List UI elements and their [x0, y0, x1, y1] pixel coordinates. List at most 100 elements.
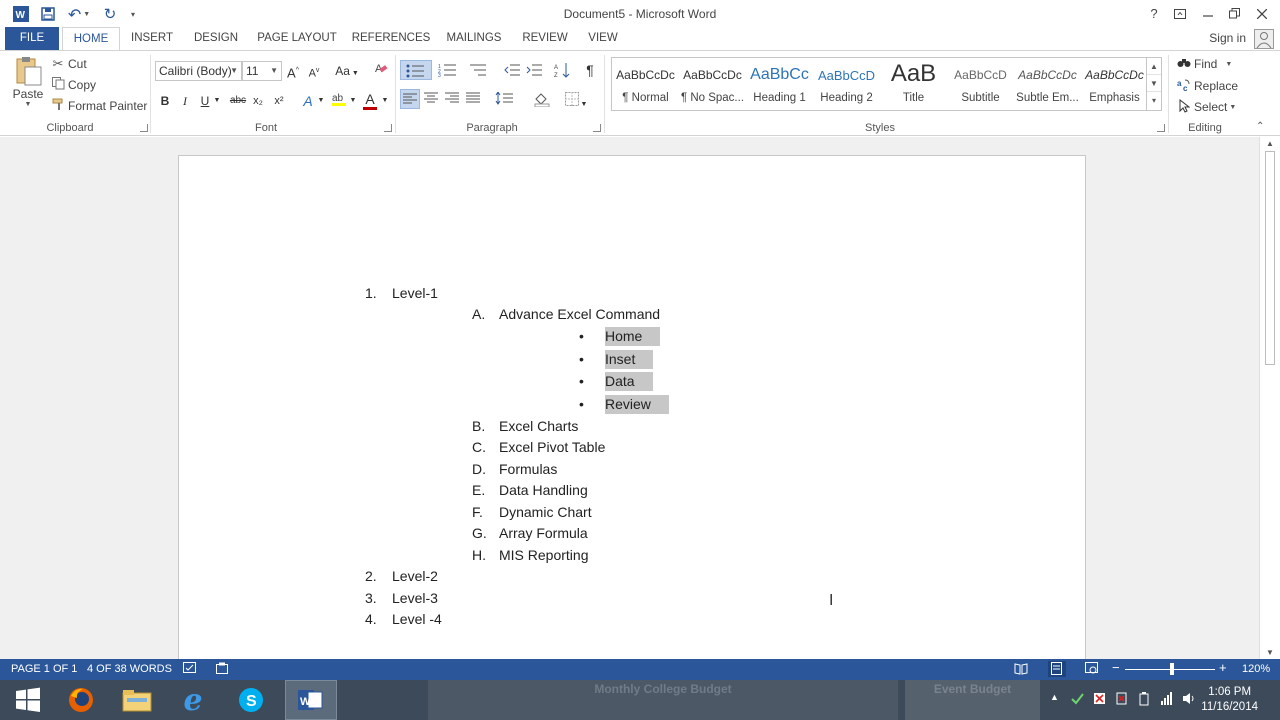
style-title[interactable]: AaB Title: [880, 58, 947, 110]
select-button[interactable]: Select ▼: [1176, 98, 1236, 116]
styles-launcher-icon[interactable]: [1157, 124, 1165, 132]
word-count[interactable]: 4 OF 38 WORDS: [87, 663, 172, 675]
vertical-scrollbar[interactable]: ▲ ▼: [1259, 137, 1280, 659]
gallery-down-icon[interactable]: ▼: [1147, 75, 1161, 92]
borders-icon[interactable]: ▼: [562, 89, 590, 109]
scroll-up-icon[interactable]: ▲: [1260, 139, 1280, 148]
restore-icon[interactable]: [1222, 4, 1246, 24]
style-subtle-emphasis[interactable]: AaBbCcDc Subtle Em...: [1014, 58, 1081, 110]
font-launcher-icon[interactable]: [384, 124, 392, 132]
paragraph-launcher-icon[interactable]: [593, 124, 601, 132]
grow-font-button[interactable]: A^: [286, 61, 300, 81]
skype-icon[interactable]: S: [230, 680, 272, 720]
cut-button[interactable]: ✂ Cut: [50, 55, 87, 73]
change-case-button[interactable]: Aa ▼: [334, 61, 360, 81]
help-button[interactable]: ?: [1142, 4, 1166, 24]
volume-icon[interactable]: [1182, 692, 1196, 708]
italic-button[interactable]: I: [178, 91, 192, 111]
gallery-up-icon[interactable]: ▲: [1147, 58, 1161, 75]
print-layout-icon[interactable]: [1048, 661, 1066, 677]
bullets-button[interactable]: [400, 60, 432, 80]
page-count[interactable]: PAGE 1 OF 1: [11, 663, 77, 675]
text-effects-dropdown-icon[interactable]: ▼: [316, 91, 326, 111]
zoom-level[interactable]: 120%: [1242, 663, 1270, 675]
zoom-in-icon[interactable]: +: [1219, 660, 1227, 675]
text-effects-button[interactable]: A: [300, 91, 316, 111]
copy-button[interactable]: Copy: [50, 76, 96, 94]
find-button[interactable]: Find ▼: [1176, 55, 1232, 73]
close-icon[interactable]: [1250, 4, 1274, 24]
font-size-select[interactable]: 11 ▼: [242, 61, 282, 81]
read-mode-icon[interactable]: [1014, 662, 1028, 678]
highlight-icon[interactable]: ab: [330, 91, 348, 111]
ribbon-display-options-icon[interactable]: [1168, 4, 1192, 24]
tray-app-icon[interactable]: [1071, 692, 1084, 708]
scroll-thumb[interactable]: [1265, 151, 1275, 365]
decrease-indent-icon[interactable]: [502, 60, 522, 80]
strikethrough-button[interactable]: abc: [229, 91, 247, 111]
firefox-icon[interactable]: [60, 680, 102, 720]
highlight-dropdown-icon[interactable]: ▼: [348, 91, 358, 111]
tab-file[interactable]: FILE: [5, 27, 59, 50]
align-left-icon[interactable]: [400, 89, 420, 109]
sort-icon[interactable]: AZ: [552, 60, 572, 80]
replace-button[interactable]: ac Replace: [1176, 77, 1238, 95]
tab-view[interactable]: VIEW: [582, 27, 624, 50]
style-subtitle[interactable]: AaBbCcD Subtitle: [947, 58, 1014, 110]
align-right-icon[interactable]: [442, 89, 462, 109]
scroll-down-icon[interactable]: ▼: [1260, 648, 1280, 657]
shrink-font-button[interactable]: Av: [307, 61, 321, 81]
font-color-button[interactable]: A: [362, 89, 378, 110]
superscript-button[interactable]: x²: [271, 91, 287, 111]
style-normal[interactable]: AaBbCcDc ¶ Normal: [612, 58, 679, 110]
zoom-out-icon[interactable]: −: [1112, 660, 1120, 675]
zoom-slider-thumb[interactable]: [1170, 663, 1174, 675]
collapse-ribbon-icon[interactable]: ⌃: [1256, 121, 1264, 132]
justify-icon[interactable]: [463, 89, 483, 109]
document-page[interactable]: 1. Level-1 A. Advance Excel Command • Ho…: [178, 155, 1086, 675]
avatar[interactable]: [1254, 29, 1274, 49]
proofing-icon[interactable]: [183, 662, 197, 678]
clipboard-launcher-icon[interactable]: [140, 124, 148, 132]
power-icon[interactable]: [1138, 692, 1150, 709]
network-icon[interactable]: [1160, 692, 1174, 708]
tab-design[interactable]: DESIGN: [188, 27, 244, 50]
tab-references[interactable]: REFERENCES: [350, 27, 432, 50]
font-color-dropdown-icon[interactable]: ▼: [380, 91, 390, 111]
line-spacing-icon[interactable]: [492, 89, 518, 109]
tab-mailings[interactable]: MAILINGS: [440, 27, 508, 50]
show-formatting-button[interactable]: ¶: [580, 60, 600, 80]
tab-insert[interactable]: INSERT: [126, 27, 178, 50]
start-button[interactable]: [8, 680, 48, 720]
system-clock[interactable]: 1:06 PM 11/16/2014: [1201, 685, 1258, 715]
style-no-spacing[interactable]: AaBbCcDc ¶ No Spac...: [679, 58, 746, 110]
tab-review[interactable]: REVIEW: [516, 27, 574, 50]
file-explorer-icon[interactable]: [116, 680, 158, 720]
align-center-icon[interactable]: [421, 89, 441, 109]
multilevel-list-button[interactable]: [464, 60, 492, 80]
tab-home[interactable]: HOME: [62, 27, 120, 51]
tray-security-icon[interactable]: [1093, 692, 1106, 708]
word-taskbar-button[interactable]: W: [285, 680, 337, 720]
bold-button[interactable]: B: [158, 91, 172, 111]
sign-in-link[interactable]: Sign in: [1209, 31, 1246, 45]
web-layout-icon[interactable]: [1085, 662, 1099, 678]
internet-explorer-icon[interactable]: e: [172, 680, 214, 720]
font-family-select[interactable]: Calibri (Body) ▼: [155, 61, 242, 81]
style-heading-2[interactable]: AaBbCcD Heading 2: [813, 58, 880, 110]
tab-page-layout[interactable]: PAGE LAYOUT: [252, 27, 342, 50]
style-heading-1[interactable]: AaBbCc Heading 1: [746, 58, 813, 110]
show-hidden-icons-icon[interactable]: ▲: [1050, 692, 1059, 702]
numbering-button[interactable]: 123: [434, 60, 462, 80]
shading-icon[interactable]: [530, 89, 556, 109]
subscript-button[interactable]: x₂: [250, 91, 266, 111]
underline-button[interactable]: U: [198, 91, 212, 111]
paste-button[interactable]: Paste ▼: [10, 55, 46, 117]
clear-formatting-icon[interactable]: A: [372, 61, 390, 81]
action-center-icon[interactable]: [1115, 692, 1128, 708]
format-painter-button[interactable]: Format Painter: [50, 97, 147, 115]
macro-record-icon[interactable]: [216, 662, 229, 678]
increase-indent-icon[interactable]: [524, 60, 544, 80]
underline-dropdown-icon[interactable]: ▼: [212, 91, 222, 111]
minimize-icon[interactable]: [1196, 4, 1220, 24]
